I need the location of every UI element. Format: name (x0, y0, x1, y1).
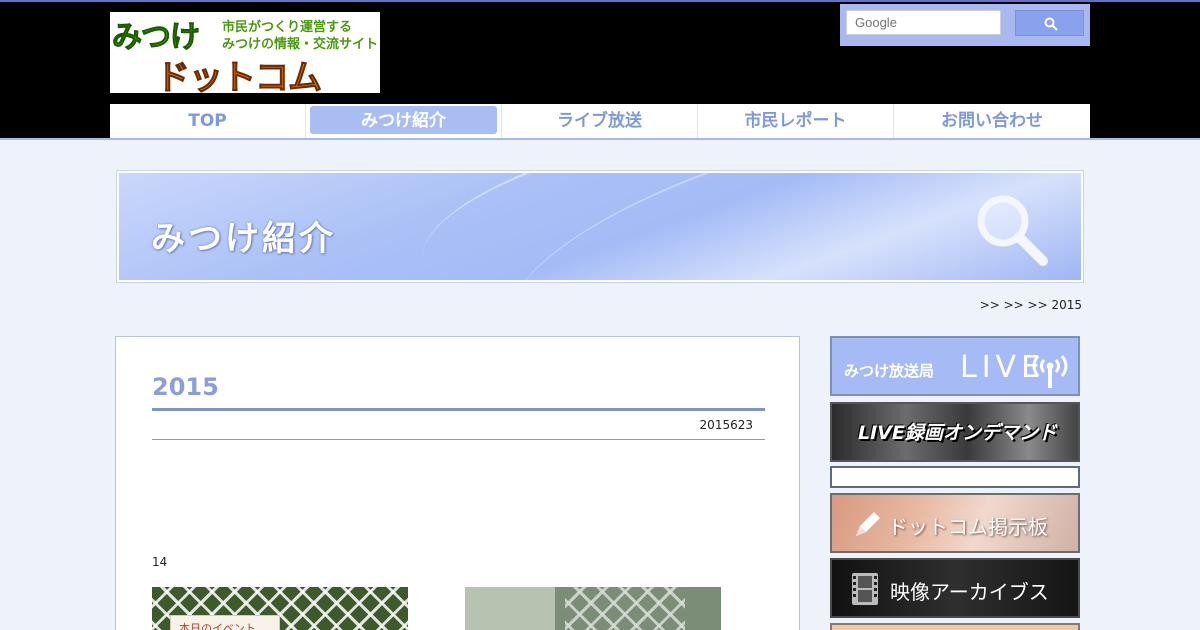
post-text: 14 (152, 555, 168, 569)
date-divider (152, 439, 765, 440)
antenna-icon (1032, 355, 1068, 388)
photo-arch (465, 587, 555, 630)
live-banner-label: みつけ放送局 (844, 362, 935, 380)
bulletin-board-banner[interactable]: ドットコム掲示板 (830, 493, 1080, 553)
vod-banner-label: LIVE録画オンデマンド (858, 422, 1057, 444)
photo-sign-text: 本日のイベント (179, 622, 256, 630)
logo-name-line2: ドットコム (156, 58, 323, 94)
post-date: 2015623 (699, 418, 753, 432)
search-button[interactable] (1015, 10, 1084, 36)
nav-item-live[interactable]: ライブ放送 (502, 104, 698, 138)
sidebar-banner[interactable] (830, 623, 1080, 630)
post-title: 2015 (152, 373, 219, 401)
post-photo[interactable]: 本日のイベント (152, 587, 408, 630)
nav-item-top[interactable]: TOP (110, 104, 306, 138)
archive-banner-label: 映像アーカイブス (890, 580, 1049, 604)
photo-sign: 本日のイベント (170, 615, 280, 630)
search-input[interactable] (846, 10, 1001, 35)
board-banner-label: ドットコム掲示板 (888, 515, 1048, 539)
nav-item-label: TOP (188, 111, 227, 131)
page-banner: みつけ紹介 (116, 170, 1084, 283)
main-nav: TOP みつけ紹介 ライブ放送 市民レポート お問い合わせ (110, 104, 1090, 138)
pencil-icon (856, 512, 880, 536)
nav-item-label: お問い合わせ (941, 111, 1043, 131)
live-on-demand-banner[interactable]: LIVE録画オンデマンド (830, 402, 1080, 462)
nav-item-label: 市民レポート (744, 111, 847, 131)
live-broadcast-banner[interactable]: みつけ放送局 LIVE (830, 336, 1080, 396)
article: 2015 2015623 14 本日のイベント (115, 336, 800, 630)
banner-background: みつけ紹介 (119, 173, 1081, 280)
search-icon (1044, 17, 1058, 31)
nav-item-contact[interactable]: お問い合わせ (894, 104, 1090, 138)
post-photo[interactable] (465, 587, 721, 630)
nav-item-label: ライブ放送 (557, 111, 642, 131)
nav-item-label: みつけ紹介 (361, 111, 446, 131)
page-title: みつけ紹介 (151, 219, 336, 259)
logo-tagline-2: みつけの情報・交流サイト (222, 37, 379, 52)
nav-item-mitsuke-intro[interactable]: みつけ紹介 (306, 104, 502, 138)
site-logo[interactable]: みつけ ドットコム 市民がつくり運営する みつけの情報・交流サイト (110, 12, 380, 93)
breadcrumb: >> >> >> 2015 (979, 298, 1082, 312)
nav-item-citizen-report[interactable]: 市民レポート (698, 104, 894, 138)
magnifier-icon (977, 195, 1048, 266)
title-divider (152, 408, 765, 411)
photo-lattice (565, 587, 685, 630)
video-archive-banner[interactable]: 映像アーカイブス (830, 558, 1080, 618)
empty-banner-slot[interactable] (830, 466, 1080, 488)
film-strip-icon (852, 573, 878, 605)
site-search (840, 4, 1090, 46)
